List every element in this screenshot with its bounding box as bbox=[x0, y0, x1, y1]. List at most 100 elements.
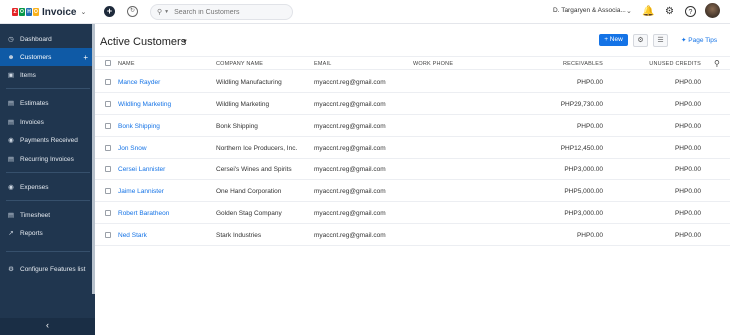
unused-credits-cell: PHP0.00 bbox=[674, 166, 701, 173]
user-avatar[interactable] bbox=[705, 3, 720, 18]
column-header-company[interactable]: COMPANY NAME bbox=[216, 61, 263, 67]
sidebar: ◷ Dashboard ☻ Customers + ▣ Items ▤ Esti… bbox=[0, 24, 95, 335]
company-name-cell: Cersei's Wines and Spirits bbox=[216, 166, 292, 173]
select-all-checkbox[interactable] bbox=[105, 60, 111, 66]
company-name-cell: One Hand Corporation bbox=[216, 188, 282, 195]
table-row[interactable]: Jaime Lannister One Hand Corporation myacc… bbox=[95, 180, 730, 202]
top-bar: Z O H O Invoice ⌄ + ↻ ⚲ ▼ D. Targaryen &… bbox=[0, 0, 730, 24]
sidebar-item-items[interactable]: ▣ Items bbox=[0, 66, 92, 84]
page-tips-link[interactable]: ✦ Page Tips bbox=[681, 36, 717, 44]
table-row[interactable]: Mance Rayder Wildling Manufacturing myaccn… bbox=[95, 71, 730, 93]
search-input[interactable] bbox=[174, 8, 285, 16]
email-cell: myaccnt.reg@gmail.com bbox=[314, 188, 386, 195]
table-header: NAME COMPANY NAME EMAIL WORK PHONE RECEI… bbox=[95, 56, 730, 70]
settings-gear-icon[interactable]: ⚙ bbox=[633, 34, 648, 47]
sidebar-item-label: Payments Received bbox=[20, 136, 78, 144]
email-cell: myaccnt.reg@gmail.com bbox=[314, 166, 386, 173]
more-menu-icon[interactable]: ☰ bbox=[653, 34, 668, 47]
sidebar-item-label: Reports bbox=[20, 229, 43, 237]
row-checkbox[interactable] bbox=[105, 166, 111, 172]
column-header-receivables[interactable]: RECEIVABLES bbox=[563, 61, 603, 67]
recurring-icon: ▤ bbox=[7, 156, 15, 163]
row-checkbox[interactable] bbox=[105, 145, 111, 151]
table-row[interactable]: Jon Snow Northern Ice Producers, Inc. myac… bbox=[95, 137, 730, 159]
page-title[interactable]: Active Customers bbox=[100, 36, 186, 48]
sidebar-item-invoices[interactable]: ▤ Invoices bbox=[0, 113, 92, 131]
unused-credits-cell: PHP0.00 bbox=[674, 145, 701, 152]
receivables-cell: PHP3,000.00 bbox=[564, 210, 603, 217]
row-checkbox[interactable] bbox=[105, 188, 111, 194]
sidebar-item-customers[interactable]: ☻ Customers + bbox=[0, 48, 92, 66]
customer-name-link[interactable]: Jon Snow bbox=[118, 145, 147, 152]
sidebar-item-payments-received[interactable]: ◉ Payments Received bbox=[0, 131, 92, 149]
customer-name-link[interactable]: Mance Rayder bbox=[118, 79, 160, 86]
table-row[interactable]: Wildling Marketing Wildling Marketing myac… bbox=[95, 93, 730, 115]
customer-name-link[interactable]: Bonk Shipping bbox=[118, 123, 160, 130]
customer-name-link[interactable]: Cersei Lannister bbox=[118, 166, 165, 173]
search-filter-dropdown-icon[interactable]: ▼ bbox=[164, 9, 169, 15]
sidebar-item-reports[interactable]: ↗ Reports bbox=[0, 224, 92, 242]
receivables-cell: PHP5,000.00 bbox=[564, 188, 603, 195]
company-name-cell: Northern Ice Producers, Inc. bbox=[216, 145, 298, 152]
receivables-cell: PHP29,730.00 bbox=[560, 101, 603, 108]
column-header-work-phone[interactable]: WORK PHONE bbox=[413, 61, 453, 67]
search-icon[interactable]: ⚲ bbox=[714, 59, 720, 68]
row-checkbox[interactable] bbox=[105, 232, 111, 238]
chevron-down-icon[interactable]: ⌄ bbox=[626, 7, 632, 15]
sidebar-item-label: Customers bbox=[20, 53, 52, 61]
sidebar-item-dashboard[interactable]: ◷ Dashboard bbox=[0, 30, 92, 48]
unused-credits-cell: PHP0.00 bbox=[674, 123, 701, 130]
table-row[interactable]: Ned Stark Stark Industries myaccnt.reg@gma… bbox=[95, 224, 730, 246]
organization-name[interactable]: D. Targaryen & Associa... bbox=[553, 7, 626, 14]
sidebar-divider bbox=[6, 200, 90, 201]
row-checkbox[interactable] bbox=[105, 101, 111, 107]
search-icon[interactable]: ⚲ bbox=[157, 8, 162, 16]
collapse-sidebar-button[interactable]: ‹ bbox=[0, 318, 95, 335]
unused-credits-cell: PHP0.00 bbox=[674, 188, 701, 195]
unused-credits-cell: PHP0.00 bbox=[674, 232, 701, 239]
sidebar-item-expenses[interactable]: ◉ Expenses bbox=[0, 178, 92, 196]
sidebar-item-timesheet[interactable]: ▤ Timesheet bbox=[0, 206, 92, 224]
column-header-email[interactable]: EMAIL bbox=[314, 61, 332, 67]
chevron-down-icon: ⌄ bbox=[80, 9, 87, 16]
customer-name-link[interactable]: Jaime Lannister bbox=[118, 188, 164, 195]
sidebar-item-estimates[interactable]: ▤ Estimates bbox=[0, 94, 92, 112]
chevron-left-icon: ‹ bbox=[46, 320, 49, 330]
receivables-cell: PHP0.00 bbox=[576, 79, 603, 86]
page-tips-label: Page Tips bbox=[688, 37, 718, 44]
company-name-cell: Golden Stag Company bbox=[216, 210, 282, 217]
column-header-name[interactable]: NAME bbox=[118, 61, 135, 67]
table-row[interactable]: Robert Baratheon Golden Stag Company myacc… bbox=[95, 202, 730, 224]
customer-name-link[interactable]: Ned Stark bbox=[118, 232, 147, 239]
app-switcher[interactable]: Z O H O Invoice ⌄ bbox=[0, 0, 95, 24]
logo-letter: H bbox=[26, 8, 32, 16]
logo-letter: O bbox=[19, 8, 25, 16]
add-customer-plus-icon[interactable]: + bbox=[83, 53, 88, 62]
notifications-bell-icon[interactable]: 🔔 bbox=[642, 5, 655, 18]
email-cell: myaccnt.reg@gmail.com bbox=[314, 79, 386, 86]
table-row[interactable]: Bonk Shipping Bonk Shipping myaccnt.reg@gm… bbox=[95, 115, 730, 137]
sidebar-item-label: Recurring Invoices bbox=[20, 155, 74, 163]
configure-features-link[interactable]: ⚙ Configure Features list bbox=[0, 260, 92, 278]
sidebar-item-label: Timesheet bbox=[20, 211, 51, 219]
row-checkbox[interactable] bbox=[105, 123, 111, 129]
logo-letter: Z bbox=[12, 8, 18, 16]
table-row[interactable]: Cersei Lannister Cersei's Wines and Spiri… bbox=[95, 158, 730, 180]
row-checkbox[interactable] bbox=[105, 210, 111, 216]
settings-gear-icon[interactable]: ⚙ bbox=[663, 5, 676, 18]
sidebar-item-label: Items bbox=[20, 71, 36, 79]
customer-name-link[interactable]: Robert Baratheon bbox=[118, 210, 169, 217]
estimates-icon: ▤ bbox=[7, 100, 15, 107]
help-icon[interactable]: ? bbox=[685, 6, 696, 17]
payments-icon: ◉ bbox=[8, 137, 14, 144]
quick-create-plus-icon[interactable]: + bbox=[104, 6, 115, 17]
configure-icon: ⚙ bbox=[8, 266, 14, 273]
customer-name-link[interactable]: Wildling Marketing bbox=[118, 101, 171, 108]
recent-history-icon[interactable]: ↻ bbox=[127, 6, 138, 17]
sidebar-item-label: Dashboard bbox=[20, 35, 52, 43]
view-dropdown-icon[interactable]: ▼ bbox=[182, 39, 188, 45]
sidebar-item-recurring-invoices[interactable]: ▤ Recurring Invoices bbox=[0, 150, 92, 168]
row-checkbox[interactable] bbox=[105, 79, 111, 85]
new-customer-button[interactable]: + New bbox=[599, 34, 628, 46]
column-header-unused-credits[interactable]: UNUSED CREDITS bbox=[649, 61, 701, 67]
